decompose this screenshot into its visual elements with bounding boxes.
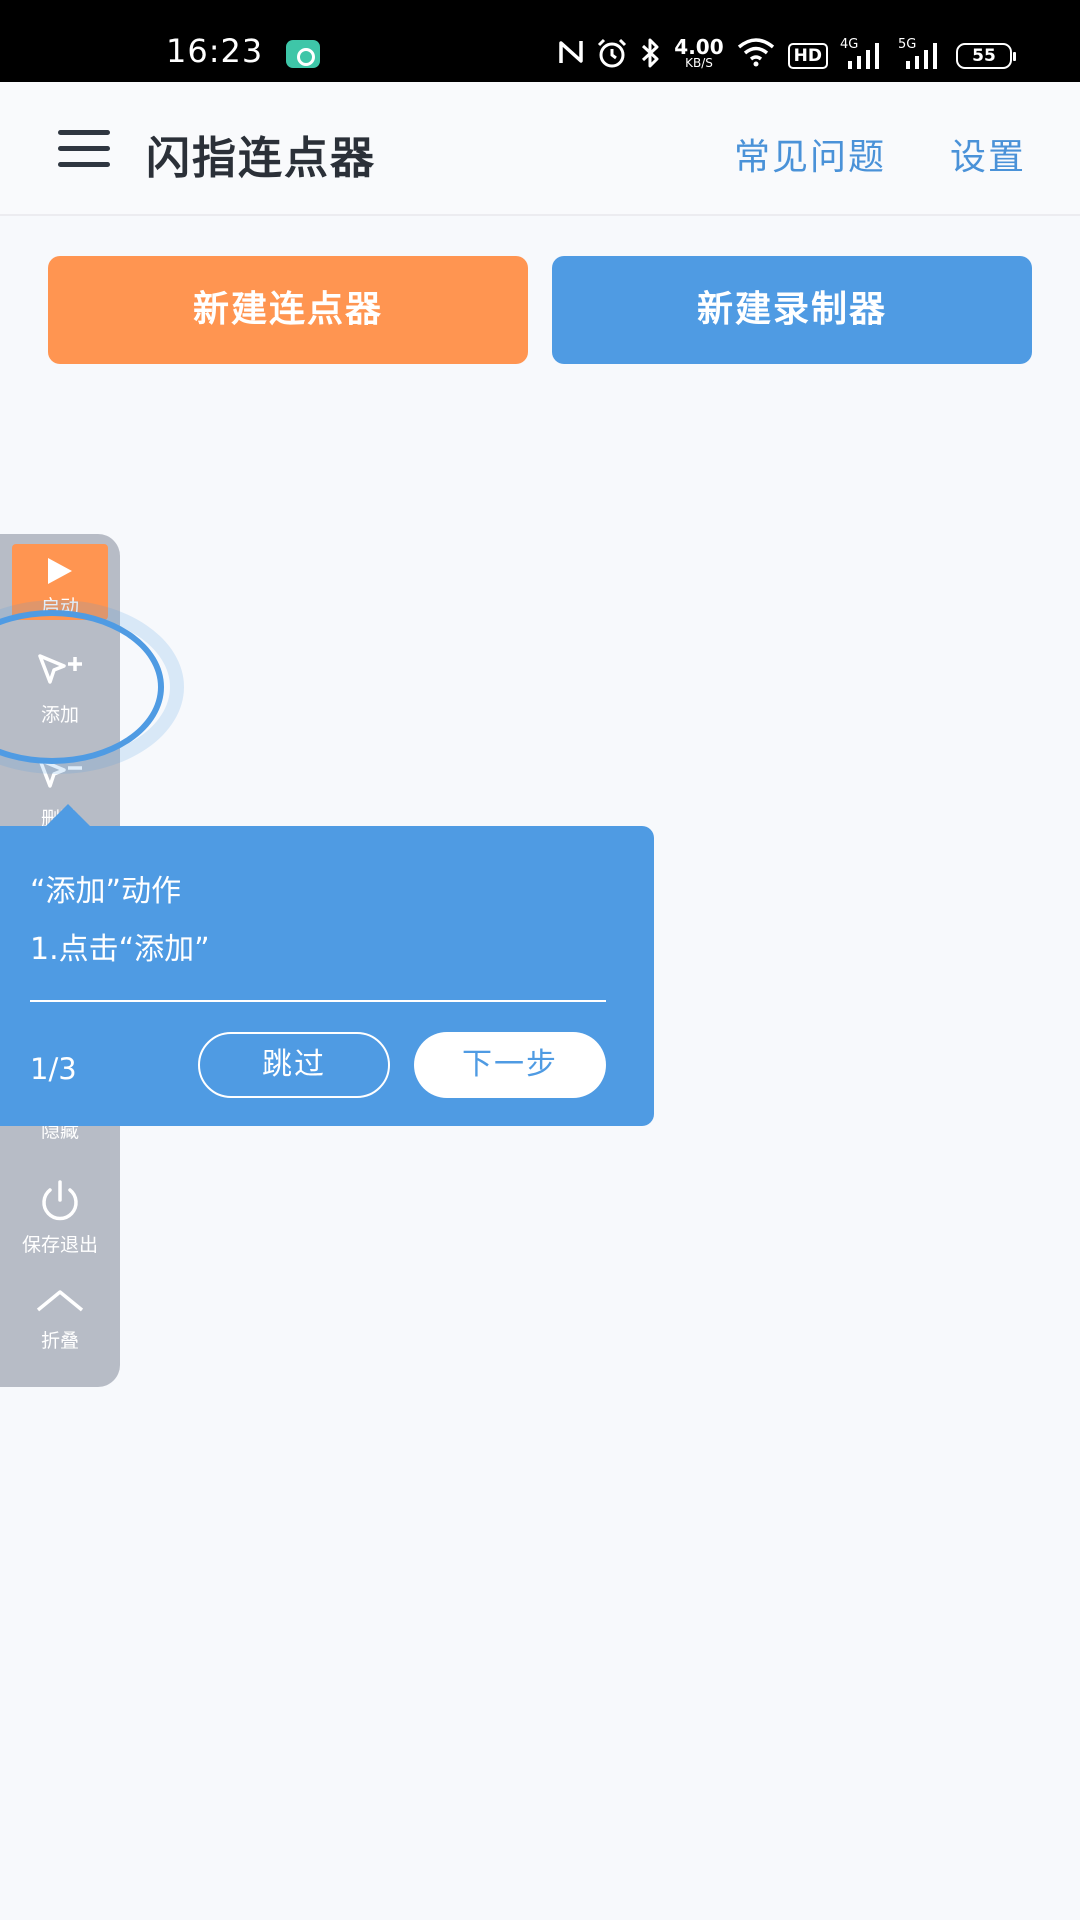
tutorial-tooltip: “添加”动作 1.点击“添加” 1/3 跳过 下一步 xyxy=(0,804,654,1126)
wifi-icon xyxy=(736,37,776,71)
save-exit-label: 保存退出 xyxy=(21,1234,98,1256)
status-icons: 4.00 KB/S HD 4G 5G 55 xyxy=(558,35,1016,72)
app-bar: 闪指连点器 常见问题 设置 xyxy=(0,82,1080,216)
page-title: 闪指连点器 xyxy=(146,133,376,184)
hd-badge: HD xyxy=(787,43,828,69)
menu-icon[interactable] xyxy=(58,130,110,167)
notification-app-icon xyxy=(286,40,320,68)
new-clicker-button[interactable]: 新建连点器 xyxy=(48,256,528,364)
status-bar: 16:23 4.00 KB/S HD 4G 5G 55 xyxy=(0,0,1080,82)
collapse-label: 折叠 xyxy=(40,1330,79,1352)
tooltip-step: 1.点击“添加” xyxy=(30,932,210,967)
power-icon xyxy=(42,1180,78,1221)
faq-link[interactable]: 常见问题 xyxy=(734,128,886,180)
bluetooth-icon xyxy=(640,37,662,71)
settings-link[interactable]: 设置 xyxy=(950,128,1026,180)
chevron-up-icon xyxy=(36,1290,84,1312)
save-exit-button[interactable]: 保存退出 xyxy=(0,1180,120,1257)
signal-icon-5g: 5G xyxy=(898,37,944,71)
tooltip-title: “添加”动作 xyxy=(30,874,182,909)
play-icon xyxy=(48,558,72,584)
net-speed: 4.00 KB/S xyxy=(674,35,724,70)
alarm-icon xyxy=(596,37,628,71)
battery-icon: 55 xyxy=(956,43,1016,69)
tooltip-divider xyxy=(30,1000,606,1002)
collapse-button[interactable]: 折叠 xyxy=(0,1286,120,1353)
status-time: 16:23 xyxy=(166,32,264,70)
nfc-icon xyxy=(558,37,584,71)
skip-button[interactable]: 跳过 xyxy=(198,1032,390,1098)
next-step-button[interactable]: 下一步 xyxy=(414,1032,606,1098)
screen: 16:23 4.00 KB/S HD 4G 5G 55 闪指连点器 常见问题 设… xyxy=(0,0,1080,1920)
tooltip-counter: 1/3 xyxy=(30,1052,77,1086)
signal-icon: 4G xyxy=(840,37,886,71)
new-recorder-button[interactable]: 新建录制器 xyxy=(552,256,1032,364)
